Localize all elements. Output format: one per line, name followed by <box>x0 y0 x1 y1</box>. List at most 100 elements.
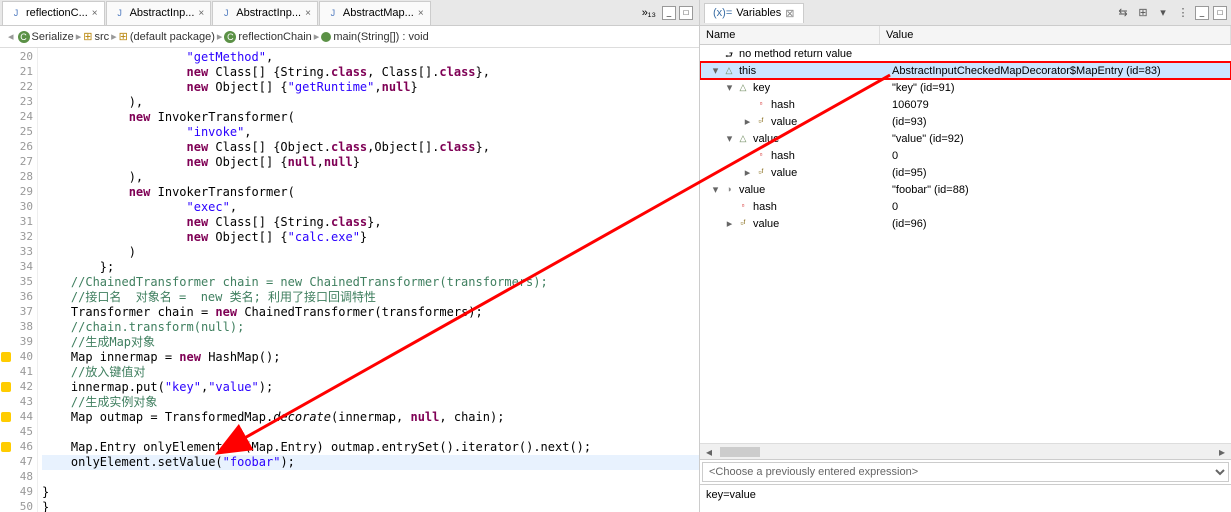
var-name: value <box>753 218 779 230</box>
twistie-icon[interactable]: ▾ <box>710 183 721 196</box>
max-icon[interactable]: □ <box>1213 6 1227 20</box>
tree-row[interactable]: ▾△value "value" (id=92) <box>700 130 1231 147</box>
var-name: hash <box>753 201 777 213</box>
code-line[interactable] <box>42 425 699 440</box>
code-line[interactable] <box>42 470 699 485</box>
var-value: 0 <box>886 201 1231 213</box>
line-number: 28 <box>0 170 37 185</box>
menu-icon[interactable]: ▾ <box>1155 5 1171 21</box>
code-line[interactable]: new Object[] {"getRuntime",null} <box>42 80 699 95</box>
code-line[interactable]: onlyElement.setValue("foobar"); <box>42 455 699 470</box>
code-line[interactable]: new Class[] {String.class}, <box>42 215 699 230</box>
code-line[interactable]: //接口名 对象名 = new 类名; 利用了接口回调特性 <box>42 290 699 305</box>
code-line[interactable]: } <box>42 485 699 500</box>
code-line[interactable]: //生成实例对象 <box>42 395 699 410</box>
var-value: "key" (id=91) <box>886 82 1231 94</box>
code-line[interactable]: "invoke", <box>42 125 699 140</box>
editor-tab[interactable]: JAbstractInp...× <box>106 1 212 25</box>
tree-icon[interactable]: ⊞ <box>1135 5 1151 21</box>
editor-panel: JreflectionC...×JAbstractInp...×JAbstrac… <box>0 0 700 512</box>
code-line[interactable]: } <box>42 500 699 512</box>
tree-row[interactable]: ▸▫ᶠvalue (id=95) <box>700 164 1231 181</box>
tab-overflow[interactable]: »₁₃ <box>642 7 656 19</box>
tree-row[interactable]: ▸▫ᶠvalue (id=93) <box>700 113 1231 130</box>
code-line[interactable]: //放入键值对 <box>42 365 699 380</box>
tree-row[interactable]: ▫hash 0 <box>700 147 1231 164</box>
code-line[interactable]: Map innermap = new HashMap(); <box>42 350 699 365</box>
tree-row[interactable]: ▫hash 106079 <box>700 96 1231 113</box>
warning-marker[interactable] <box>1 352 11 362</box>
line-number: 41 <box>0 365 37 380</box>
close-icon[interactable]: × <box>92 8 98 19</box>
var-name: no method return value <box>739 48 852 60</box>
breadcrumb-item[interactable]: CreflectionChain <box>224 31 311 43</box>
var-name: value <box>739 184 765 196</box>
horizontal-scrollbar[interactable]: ◂ ▸ <box>700 443 1231 459</box>
code-line[interactable]: innermap.put("key","value"); <box>42 380 699 395</box>
col-value[interactable]: Value <box>880 26 1231 44</box>
twistie-icon[interactable]: ▸ <box>742 115 753 128</box>
twistie-icon[interactable]: ▾ <box>724 81 735 94</box>
code-line[interactable]: ) <box>42 245 699 260</box>
warning-marker[interactable] <box>1 442 11 452</box>
code-line[interactable]: Map.Entry onlyElement = (Map.Entry) outm… <box>42 440 699 455</box>
code-line[interactable]: new Object[] {"calc.exe"} <box>42 230 699 245</box>
col-name[interactable]: Name <box>700 26 880 44</box>
close-icon[interactable]: × <box>305 8 311 19</box>
code-line[interactable]: "getMethod", <box>42 50 699 65</box>
code-line[interactable]: new Class[] {String.class, Class[].class… <box>42 65 699 80</box>
line-number: 39 <box>0 335 37 350</box>
code-line[interactable]: ), <box>42 95 699 110</box>
line-number: 20 <box>0 50 37 65</box>
variables-tab[interactable]: (x)= Variables ⊠ <box>704 3 804 23</box>
close-icon[interactable]: × <box>418 8 424 19</box>
twistie-icon[interactable]: ▾ <box>710 64 721 77</box>
tree-row[interactable]: ▾△key "key" (id=91) <box>700 79 1231 96</box>
field-icon: ▫ <box>755 99 767 111</box>
breadcrumb-item[interactable]: ⊞(default package) <box>119 30 215 43</box>
twistie-icon[interactable]: ▸ <box>724 217 735 230</box>
warning-marker[interactable] <box>1 382 11 392</box>
code-line[interactable]: Transformer chain = new ChainedTransform… <box>42 305 699 320</box>
code-line[interactable]: //生成Map对象 <box>42 335 699 350</box>
close-icon[interactable]: × <box>198 8 204 19</box>
minimize-button[interactable]: _ <box>662 6 676 20</box>
code-line[interactable]: new InvokerTransformer( <box>42 185 699 200</box>
editor-tab[interactable]: JAbstractInp...× <box>212 1 318 25</box>
expression-select[interactable]: <Choose a previously entered expression> <box>702 462 1229 482</box>
editor-tab[interactable]: JAbstractMap...× <box>319 1 431 25</box>
code-editor[interactable]: 2021222324252627282930313233343536373839… <box>0 48 699 512</box>
breadcrumb[interactable]: ◂ CSerialize▸⊞src▸⊞(default package)▸Cre… <box>0 26 699 48</box>
var-value: 0 <box>886 150 1231 162</box>
code-line[interactable]: //chain.transform(null); <box>42 320 699 335</box>
variables-tree[interactable]: ⮐no method return value ▾△this AbstractI… <box>700 45 1231 443</box>
editor-tab[interactable]: JreflectionC...× <box>2 1 105 25</box>
breadcrumb-item[interactable]: CSerialize <box>18 31 74 43</box>
tree-row[interactable]: ▫hash 0 <box>700 198 1231 215</box>
tree-row[interactable]: ▾◑value "foobar" (id=88) <box>700 181 1231 198</box>
collapse-icon[interactable]: ⇆ <box>1115 5 1131 21</box>
code-line[interactable]: }; <box>42 260 699 275</box>
min-icon[interactable]: _ <box>1195 6 1209 20</box>
tree-row[interactable]: ⮐no method return value <box>700 45 1231 62</box>
tree-row[interactable]: ▾△this AbstractInputCheckedMapDecorator$… <box>700 62 1231 79</box>
code-line[interactable]: ), <box>42 170 699 185</box>
code-line[interactable]: "exec", <box>42 200 699 215</box>
view-menu-icon[interactable]: ⋮ <box>1175 5 1191 21</box>
var-value: "foobar" (id=88) <box>886 184 1231 196</box>
warning-marker[interactable] <box>1 412 11 422</box>
code-line[interactable]: new Class[] {Object.class,Object[].class… <box>42 140 699 155</box>
code-body[interactable]: "getMethod", new Class[] {String.class, … <box>38 48 699 512</box>
twistie-icon[interactable]: ▾ <box>724 132 735 145</box>
code-line[interactable]: new InvokerTransformer( <box>42 110 699 125</box>
breadcrumb-item[interactable]: ⊞src <box>83 30 109 43</box>
twistie-icon[interactable]: ▸ <box>742 166 753 179</box>
breadcrumb-item[interactable]: main(String[]) : void <box>321 31 428 43</box>
tree-row[interactable]: ▸▫ᶠvalue (id=96) <box>700 215 1231 232</box>
code-line[interactable]: Map outmap = TransformedMap.decorate(inn… <box>42 410 699 425</box>
code-line[interactable]: //ChainedTransformer chain = new Chained… <box>42 275 699 290</box>
code-line[interactable]: new Object[] {null,null} <box>42 155 699 170</box>
maximize-button[interactable]: □ <box>679 6 693 20</box>
ref-icon: ▫ᶠ <box>737 218 749 230</box>
pin-icon[interactable]: ⊠ <box>785 7 794 20</box>
